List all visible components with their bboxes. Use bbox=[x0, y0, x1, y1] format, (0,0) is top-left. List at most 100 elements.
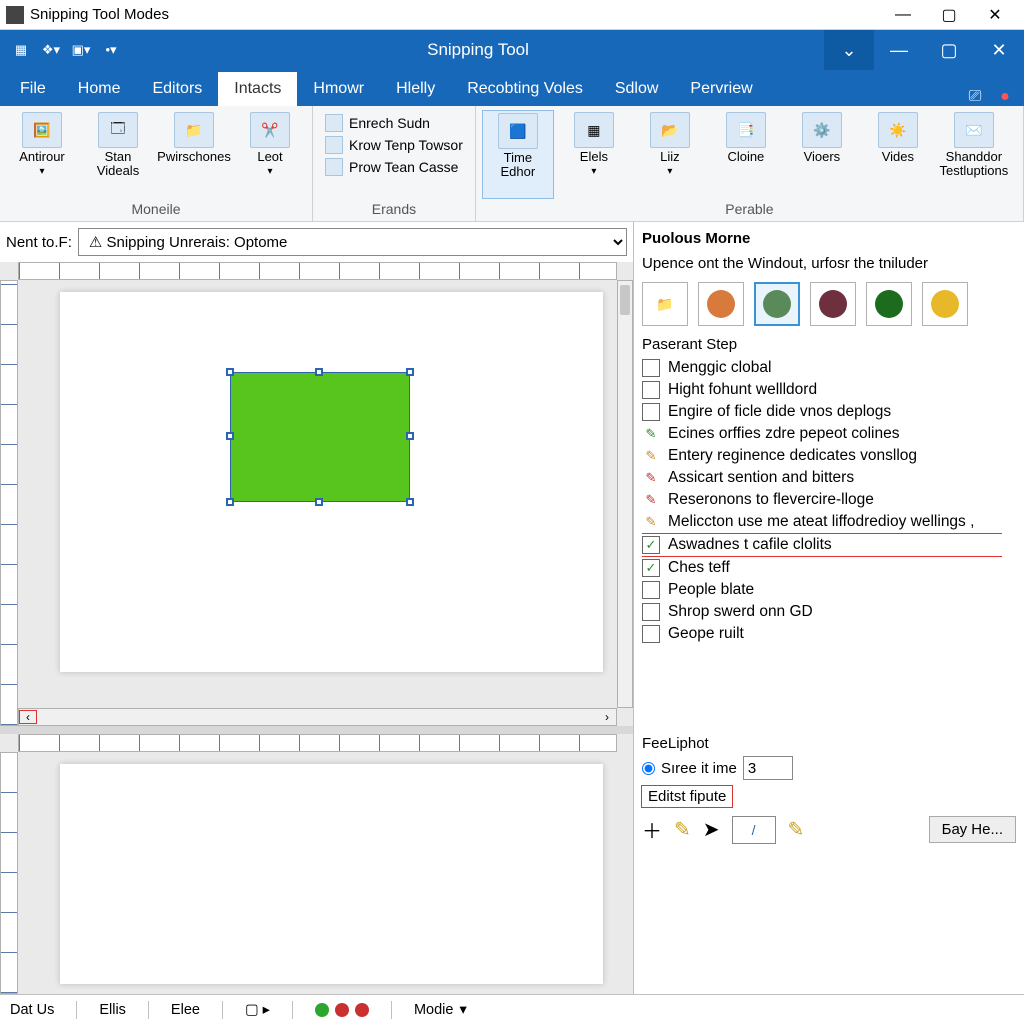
scroll-thumb[interactable] bbox=[620, 285, 630, 315]
radio-row: Sıree it ime bbox=[642, 756, 1016, 780]
radio-siree[interactable] bbox=[642, 762, 655, 775]
siree-value-input[interactable] bbox=[743, 756, 793, 780]
ruler-vertical[interactable] bbox=[0, 752, 18, 994]
qat-item[interactable]: ❖▾ bbox=[40, 39, 62, 61]
btn-prow-tean[interactable]: Prow Tean Casse bbox=[325, 158, 463, 176]
edit-label[interactable]: Editst fipute bbox=[642, 786, 732, 807]
btn-time-edhor[interactable]: 🟦Time Edhor bbox=[482, 110, 554, 199]
swatch-color[interactable] bbox=[866, 282, 912, 326]
qat-item[interactable]: •▾ bbox=[100, 39, 122, 61]
gear-icon: ⚙️ bbox=[802, 112, 842, 148]
scroll-left-button[interactable]: ‹ bbox=[19, 710, 37, 724]
btn-liiz[interactable]: 📂Liiz▾ bbox=[634, 110, 706, 199]
btn-pwirschones[interactable]: 📁Pwirschones bbox=[158, 110, 230, 199]
checklist-item[interactable]: ✎Meliccton use me ateat liffodredioy wel… bbox=[642, 511, 1002, 533]
tab-intacts[interactable]: Intacts bbox=[218, 72, 297, 106]
tab-file[interactable]: File bbox=[4, 72, 62, 106]
header-dropdown-button[interactable]: ⌄ bbox=[824, 30, 874, 70]
document-canvas[interactable] bbox=[60, 292, 603, 672]
maximize-button[interactable]: ▢ bbox=[926, 0, 972, 30]
header-maximize-button[interactable]: ▢ bbox=[924, 30, 974, 70]
ruler-vertical[interactable] bbox=[0, 280, 18, 726]
next-tool-button[interactable]: ➤ bbox=[703, 817, 720, 842]
checklist-item-label: People blate bbox=[668, 581, 754, 599]
add-tool-button[interactable]: ＋ bbox=[642, 815, 662, 844]
status-item[interactable]: Elee bbox=[171, 1002, 200, 1018]
btn-shanddor[interactable]: ✉️Shanddor Testluptions bbox=[938, 110, 1010, 199]
ribbon-tabs: File Home Editors Intacts Hmowr Hlelly R… bbox=[0, 70, 1024, 106]
status-item[interactable]: Ellis bbox=[99, 1002, 126, 1018]
resize-handle[interactable] bbox=[406, 432, 414, 440]
stroke-preview[interactable]: / bbox=[732, 816, 776, 844]
pen-tool-icon[interactable]: ✎ bbox=[788, 817, 805, 842]
resize-handle[interactable] bbox=[315, 368, 323, 376]
swatch-color[interactable] bbox=[698, 282, 744, 326]
header-minimize-button[interactable]: — bbox=[874, 30, 924, 70]
section-header: FeeLiphot bbox=[642, 735, 1016, 752]
tab-hmowr[interactable]: Hmowr bbox=[297, 72, 380, 106]
swatch-color[interactable] bbox=[754, 282, 800, 326]
tab-recobting[interactable]: Recobting Voles bbox=[451, 72, 599, 106]
tab-editors[interactable]: Editors bbox=[136, 72, 218, 106]
tab-end-icon-1[interactable]: ⎚ bbox=[960, 88, 990, 106]
qat-item[interactable]: ▣▾ bbox=[70, 39, 92, 61]
selected-shape[interactable] bbox=[230, 372, 410, 502]
tab-sdlow[interactable]: Sdlow bbox=[599, 72, 675, 106]
bay-he-button[interactable]: Бау He... bbox=[929, 816, 1016, 843]
btn-krow-tenp[interactable]: Krow Tenp Towsor bbox=[325, 136, 463, 154]
checklist-item[interactable]: Geope ruilt bbox=[642, 623, 1002, 645]
btn-elels[interactable]: ▦Elels▾ bbox=[558, 110, 630, 199]
qat-item[interactable]: ▦ bbox=[10, 39, 32, 61]
btn-leot[interactable]: ✂️Leot▾ bbox=[234, 110, 306, 199]
status-view-icons[interactable]: ▢ ▸ bbox=[245, 1002, 270, 1018]
btn-vides[interactable]: ☀️Vides bbox=[862, 110, 934, 199]
scrollbar-horizontal[interactable]: ‹ › bbox=[18, 708, 617, 726]
tab-home[interactable]: Home bbox=[62, 72, 137, 106]
nav-dropdown[interactable]: ⚠ Snipping Unrerais: Optome bbox=[78, 228, 627, 256]
close-button[interactable]: ✕ bbox=[972, 0, 1018, 30]
checklist-item[interactable]: Menggic clobal bbox=[642, 357, 1002, 379]
checklist-item[interactable]: ✓Aswadnes t cafile clolits bbox=[642, 534, 1004, 556]
minimize-button[interactable]: — bbox=[880, 0, 926, 30]
status-item[interactable]: Dat Us bbox=[10, 1002, 54, 1018]
tab-perview[interactable]: Pervriew bbox=[674, 72, 768, 106]
checklist-item[interactable]: Hight fohunt wellldord bbox=[642, 379, 1002, 401]
resize-handle[interactable] bbox=[406, 368, 414, 376]
checklist-item[interactable]: ✓Ches teff bbox=[642, 557, 1002, 579]
status-mode[interactable]: Modie ▾ bbox=[414, 1002, 467, 1018]
checklist-scrollbar[interactable] bbox=[1002, 357, 1016, 727]
checklist-item[interactable]: People blate bbox=[642, 579, 1002, 601]
checklist-item[interactable]: ✎Ecines orffies zdre pepeot colines bbox=[642, 423, 1002, 445]
btn-enrech-sudn[interactable]: Enrech Sudn bbox=[325, 114, 463, 132]
resize-handle[interactable] bbox=[226, 498, 234, 506]
checklist-item[interactable]: ✎Reseronons to flevercire-lloge bbox=[642, 489, 1002, 511]
pane-description: Upence ont the Windout, urfosr the tnilu… bbox=[642, 255, 1016, 272]
resize-handle[interactable] bbox=[226, 368, 234, 376]
swatch-color[interactable] bbox=[810, 282, 856, 326]
resize-handle[interactable] bbox=[226, 432, 234, 440]
document-canvas-2[interactable] bbox=[60, 764, 603, 984]
checklist-item[interactable]: ✎Assicart sention and bitters bbox=[642, 467, 1002, 489]
tab-end-icon-record[interactable]: ● bbox=[990, 88, 1020, 106]
ruler-horizontal[interactable] bbox=[18, 262, 617, 280]
sun-icon: ☀️ bbox=[878, 112, 918, 148]
pen-tool-icon[interactable]: ✎ bbox=[674, 817, 691, 842]
resize-handle[interactable] bbox=[315, 498, 323, 506]
checklist-item[interactable]: ✎Entery reginence dedicates vonsllog bbox=[642, 445, 1002, 467]
swatch-color[interactable] bbox=[922, 282, 968, 326]
resize-handle[interactable] bbox=[406, 498, 414, 506]
scroll-thumb[interactable] bbox=[1005, 362, 1013, 392]
ruler-horizontal[interactable] bbox=[18, 734, 617, 752]
scrollbar-vertical[interactable] bbox=[617, 280, 633, 708]
scroll-right-button[interactable]: › bbox=[598, 710, 616, 724]
btn-antirour[interactable]: 🖼️Antirour▾ bbox=[6, 110, 78, 199]
btn-cloine[interactable]: 📑Cloine bbox=[710, 110, 782, 199]
btn-stan-videals[interactable]: 🗔Stan Videals bbox=[82, 110, 154, 199]
tab-hlelly[interactable]: Hlelly bbox=[380, 72, 451, 106]
btn-vioers[interactable]: ⚙️Vioers bbox=[786, 110, 858, 199]
swatch-folder[interactable]: 📁 bbox=[642, 282, 688, 326]
pane-splitter[interactable] bbox=[0, 726, 633, 734]
checklist-item[interactable]: Shrop swerd onn GD bbox=[642, 601, 1002, 623]
header-close-button[interactable]: ✕ bbox=[974, 30, 1024, 70]
checklist-item[interactable]: Engire of ficle dide vnos deplogs bbox=[642, 401, 1002, 423]
